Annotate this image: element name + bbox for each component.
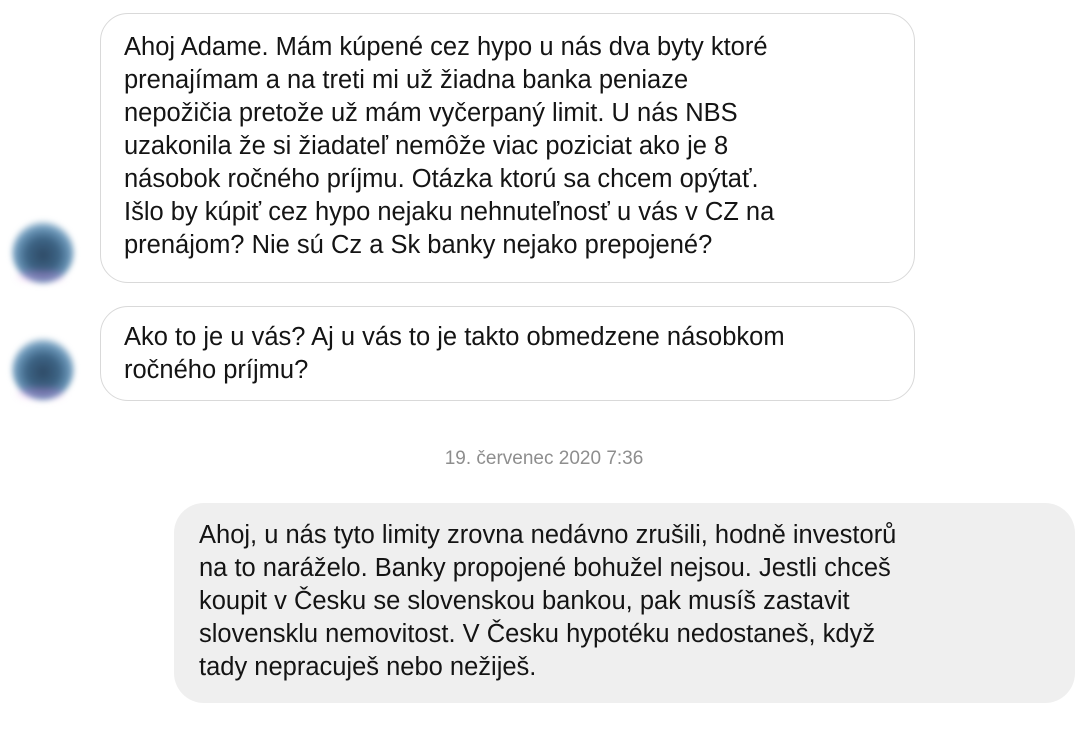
message-line: na to naráželo. Banky propojené bohužel … xyxy=(199,554,891,582)
outgoing-message-bubble[interactable]: Ahoj, u nás tyto limity zrovna nedávno z… xyxy=(174,503,1075,703)
sender-avatar[interactable] xyxy=(12,221,74,283)
message-line: Išlo by kúpiť cez hypo nejaku nehnuteľno… xyxy=(124,198,775,226)
incoming-message-bubble[interactable]: Ako to je u vás? Aj u vás to je takto ob… xyxy=(100,306,915,401)
message-line: prenájom? Nie sú Cz a Sk banky nejako pr… xyxy=(124,231,713,259)
sender-avatar[interactable] xyxy=(12,338,74,400)
incoming-message-bubble[interactable]: Ahoj Adame. Mám kúpené cez hypo u nás dv… xyxy=(100,13,915,283)
message-timestamp: 19. červenec 2020 7:36 xyxy=(444,448,644,469)
message-line: koupit v Česku se slovenskou bankou, pak… xyxy=(199,587,850,615)
message-line: uzakonila že si žiadateľ nemôže viac poz… xyxy=(124,132,729,160)
message-line: Ako to je u vás? Aj u vás to je takto ob… xyxy=(124,323,785,351)
message-line: ročného príjmu? xyxy=(124,356,309,384)
message-line: násobok ročného príjmu. Otázka ktorú sa … xyxy=(124,165,759,193)
message-line: nepožičia pretože už mám vyčerpaný limit… xyxy=(124,99,738,127)
message-line: prenajímam a na treti mi už žiadna banka… xyxy=(124,66,689,94)
message-line: Ahoj, u nás tyto limity zrovna nedávno z… xyxy=(199,521,897,549)
message-line: slovensklu nemovitost. V Česku hypotéku … xyxy=(199,620,876,648)
message-line: tady nepracuješ nebo nežiješ. xyxy=(199,653,537,681)
message-line: Ahoj Adame. Mám kúpené cez hypo u nás dv… xyxy=(124,33,768,61)
chat-thread: Ahoj Adame. Mám kúpené cez hypo u nás dv… xyxy=(0,0,1080,749)
